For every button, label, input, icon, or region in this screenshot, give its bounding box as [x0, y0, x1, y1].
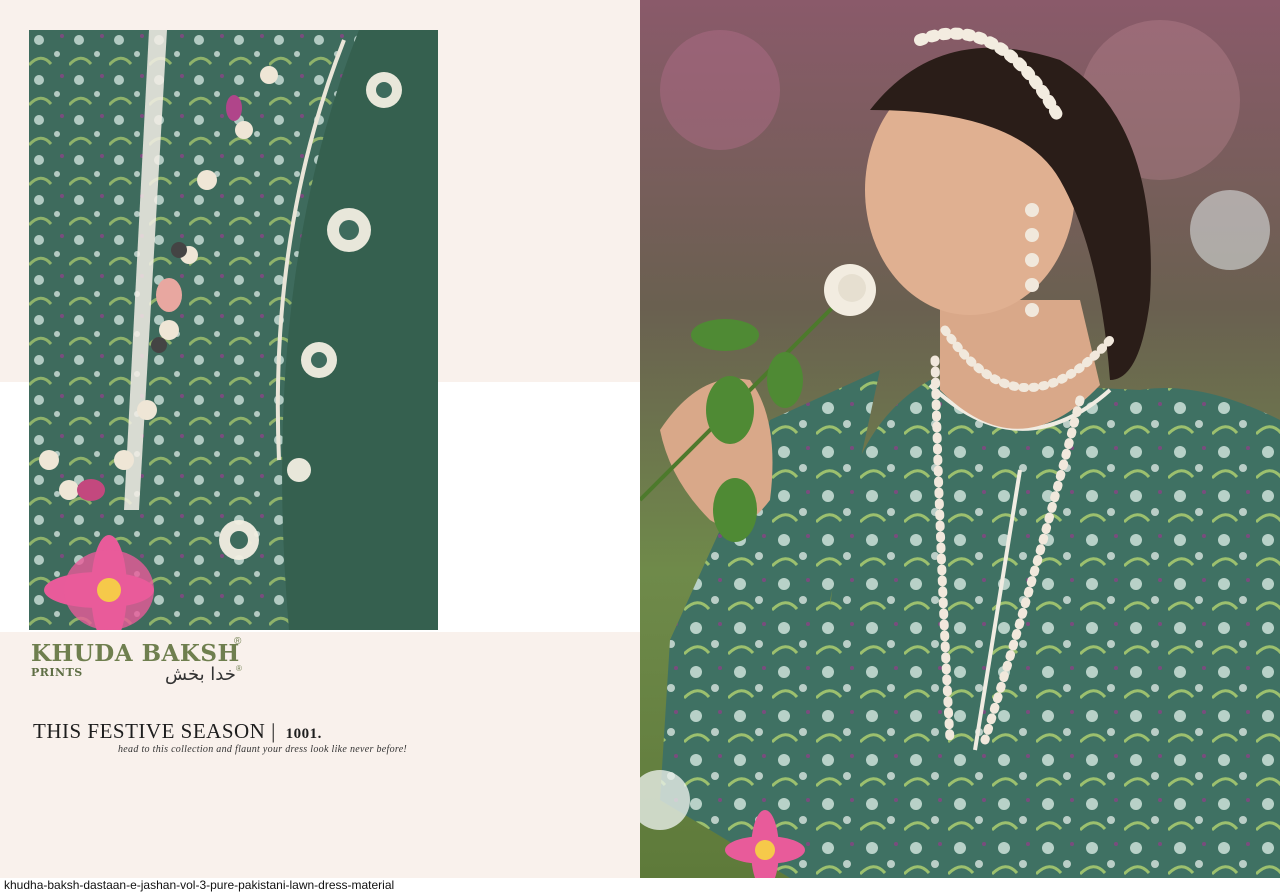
image-caption: khudha-baksh-dastaan-e-jashan-vol-3-pure… — [0, 878, 1280, 896]
headline-text: THIS FESTIVE SEASON — [33, 719, 266, 743]
fabric-detail-photo — [29, 30, 438, 630]
headline-separator: | — [271, 719, 276, 743]
registered-mark-small: ® — [236, 664, 242, 673]
design-number: 1001. — [285, 726, 322, 742]
promo-tagline: head to this collection and flaunt your … — [118, 744, 408, 755]
promo-headline: THIS FESTIVE SEASON | 1001. — [33, 719, 322, 744]
caption-text: khudha-baksh-dastaan-e-jashan-vol-3-pure… — [4, 878, 395, 892]
model-photo — [640, 0, 1280, 878]
registered-mark: ® — [234, 636, 242, 647]
brand-subtitle: PRINTS — [31, 666, 83, 679]
brand-name: KHUDA BAKSH — [31, 640, 240, 667]
brand-urdu-name: خدا بخش — [165, 664, 236, 685]
left-panel: KHUDA BAKSH ® PRINTS خدا بخش ® THIS FEST… — [0, 0, 640, 878]
brand-logo: KHUDA BAKSH ® PRINTS خدا بخش ® — [31, 636, 251, 690]
